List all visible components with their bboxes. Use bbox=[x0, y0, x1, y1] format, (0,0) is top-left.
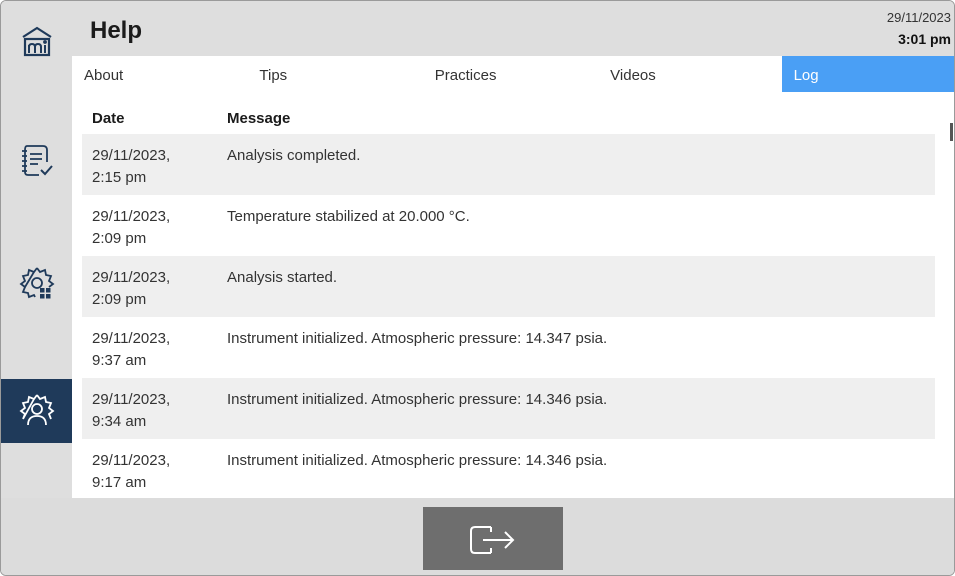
row-date: 29/11/2023, 9:37 am bbox=[92, 330, 171, 369]
header-date: 29/11/2023 bbox=[886, 10, 951, 25]
row-message: Instrument initialized. Atmospheric pres… bbox=[227, 330, 608, 347]
header-bar: Help bbox=[72, 1, 954, 56]
row-message: Instrument initialized. Atmospheric pres… bbox=[227, 391, 608, 408]
sidebar-item-checklist[interactable] bbox=[1, 128, 72, 192]
tab-about[interactable]: About bbox=[72, 56, 247, 92]
header-time: 3:01 pm bbox=[898, 31, 951, 47]
column-header-date: Date bbox=[92, 110, 125, 127]
row-message: Temperature stabilized at 20.000 °C. bbox=[227, 208, 470, 225]
scrollbar[interactable] bbox=[947, 101, 954, 498]
row-date: 29/11/2023, 2:09 pm bbox=[92, 208, 171, 247]
row-date: 29/11/2023, 9:34 am bbox=[92, 391, 171, 430]
table-row[interactable]: 29/11/2023, 9:37 am Instrument initialize… bbox=[82, 317, 935, 378]
column-header-message: Message bbox=[227, 110, 291, 127]
table-body: 29/11/2023, 2:15 pm Analysis completed. 2… bbox=[82, 134, 935, 498]
exit-button[interactable] bbox=[423, 507, 563, 570]
tab-log[interactable]: Log bbox=[781, 56, 954, 92]
table-row[interactable]: 29/11/2023, 9:34 am Instrument initialize… bbox=[82, 378, 935, 439]
settings-grid-icon bbox=[19, 267, 54, 299]
table-row[interactable]: 29/11/2023, 2:09 pm Temperature stabilize… bbox=[82, 195, 935, 256]
row-message: Analysis started. bbox=[227, 269, 338, 286]
tab-tips[interactable]: Tips bbox=[247, 56, 422, 92]
page-title: Help bbox=[90, 17, 143, 44]
sidebar-item-user-settings[interactable] bbox=[1, 379, 72, 443]
scrollbar-thumb[interactable] bbox=[950, 123, 953, 141]
table-row[interactable]: 29/11/2023, 2:15 pm Analysis completed. bbox=[82, 134, 935, 195]
table-row[interactable]: 29/11/2023, 9:17 am Instrument initialize… bbox=[82, 439, 935, 498]
home-icon bbox=[21, 26, 52, 57]
sidebar-item-home[interactable] bbox=[1, 9, 72, 73]
sidebar bbox=[1, 1, 72, 498]
sidebar-item-settings[interactable] bbox=[1, 251, 72, 315]
table-header: Date Message bbox=[82, 110, 935, 132]
app-window: Help 29/11/2023 3:01 pm About Tips Pract… bbox=[0, 0, 955, 576]
row-date: 29/11/2023, 2:09 pm bbox=[92, 269, 171, 308]
row-message: Analysis completed. bbox=[227, 147, 361, 164]
log-table: Date Message 29/11/2023, 2:15 pm Analysis… bbox=[72, 92, 947, 498]
user-settings-icon bbox=[19, 394, 54, 426]
exit-icon bbox=[470, 525, 515, 554]
tab-practices[interactable]: Practices bbox=[423, 56, 598, 92]
footer-bar bbox=[1, 498, 954, 575]
checklist-icon bbox=[21, 145, 53, 176]
table-row[interactable]: 29/11/2023, 2:09 pm Analysis started. bbox=[82, 256, 935, 317]
row-date: 29/11/2023, 9:17 am bbox=[92, 452, 171, 491]
row-date: 29/11/2023, 2:15 pm bbox=[92, 147, 171, 186]
tab-videos[interactable]: Videos bbox=[598, 56, 773, 92]
row-message: Instrument initialized. Atmospheric pres… bbox=[227, 452, 608, 469]
tab-bar: About Tips Practices Videos Log bbox=[72, 56, 954, 92]
